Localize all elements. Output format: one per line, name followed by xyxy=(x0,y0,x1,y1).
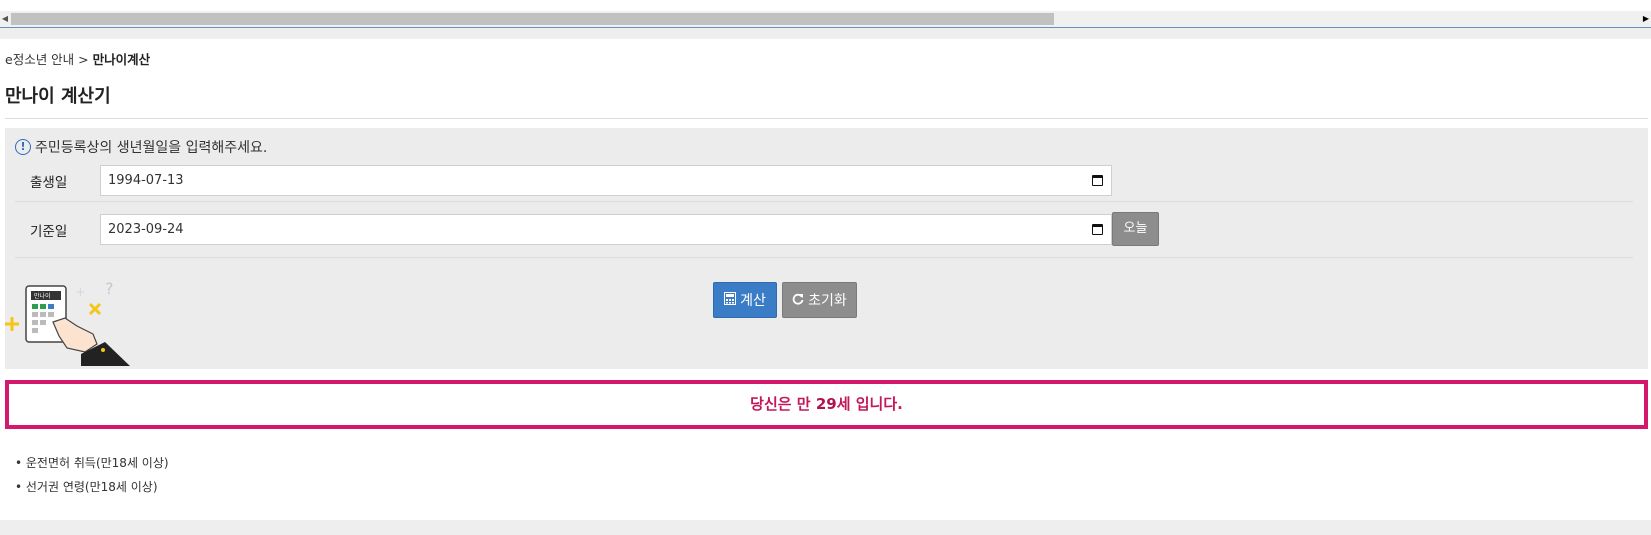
row-divider xyxy=(15,257,1633,258)
title-divider xyxy=(5,118,1648,119)
breadcrumb-separator: > xyxy=(78,52,89,67)
result-age: 29 xyxy=(815,395,837,413)
note-list: • 운전면허 취득(만18세 이상) • 선거권 연령(만18세 이상) xyxy=(15,454,169,502)
illustration-label: 만나이 xyxy=(34,292,51,300)
svg-text:?: ? xyxy=(105,279,114,298)
base-date-value: 2023-09-24 xyxy=(108,222,184,237)
input-notice: ! 주민등록상의 생년월일을 입력해주세요. xyxy=(15,137,267,157)
calendar-icon[interactable] xyxy=(1092,175,1103,186)
result-box: 당신은 만 29세 입니다. xyxy=(5,380,1648,429)
row-divider xyxy=(15,201,1633,202)
svg-text:+: + xyxy=(75,285,86,300)
top-band xyxy=(0,28,1651,39)
scrollbar-thumb[interactable] xyxy=(11,13,1054,25)
calculator-icon xyxy=(724,292,737,308)
refresh-icon xyxy=(792,293,804,308)
page-title: 만나이 계산기 xyxy=(5,86,111,107)
calculator-illustration: + ? 만나이 xyxy=(5,279,130,366)
birth-date-input[interactable]: 1994-07-13 xyxy=(100,165,1112,196)
info-icon: ! xyxy=(15,139,31,155)
scroll-left-icon[interactable]: ◀ xyxy=(0,11,10,27)
result-prefix: 당신은 만 xyxy=(750,395,816,413)
notice-text: 주민등록상의 생년월일을 입력해주세요. xyxy=(35,140,268,156)
result-suffix: 세 입니다. xyxy=(836,395,903,413)
calculate-button[interactable]: 계산 xyxy=(713,282,777,318)
birth-date-label: 출생일 xyxy=(30,175,68,191)
horizontal-scrollbar[interactable]: ◀ ▶ xyxy=(0,11,1651,28)
birth-date-value: 1994-07-13 xyxy=(108,173,184,188)
calculate-label: 계산 xyxy=(740,293,766,309)
footer-band xyxy=(0,520,1651,535)
reset-button[interactable]: 초기화 xyxy=(782,282,857,318)
calendar-icon[interactable] xyxy=(1092,224,1103,235)
base-date-input[interactable]: 2023-09-24 xyxy=(100,214,1112,245)
base-date-label: 기준일 xyxy=(30,224,68,240)
list-item: • 운전면허 취득(만18세 이상) xyxy=(15,456,169,470)
breadcrumb-parent[interactable]: e정소년 안내 xyxy=(5,52,74,67)
breadcrumb: e정소년 안내 > 만나이계산 xyxy=(5,49,150,68)
calculator-form: ! 주민등록상의 생년월일을 입력해주세요. 출생일 1994-07-13 기준… xyxy=(5,128,1648,369)
breadcrumb-current: 만나이계산 xyxy=(92,52,151,67)
list-item: • 선거권 연령(만18세 이상) xyxy=(15,480,158,494)
scroll-right-icon[interactable]: ▶ xyxy=(1641,11,1651,27)
today-button[interactable]: 오늘 xyxy=(1112,212,1159,246)
reset-label: 초기화 xyxy=(808,293,847,309)
